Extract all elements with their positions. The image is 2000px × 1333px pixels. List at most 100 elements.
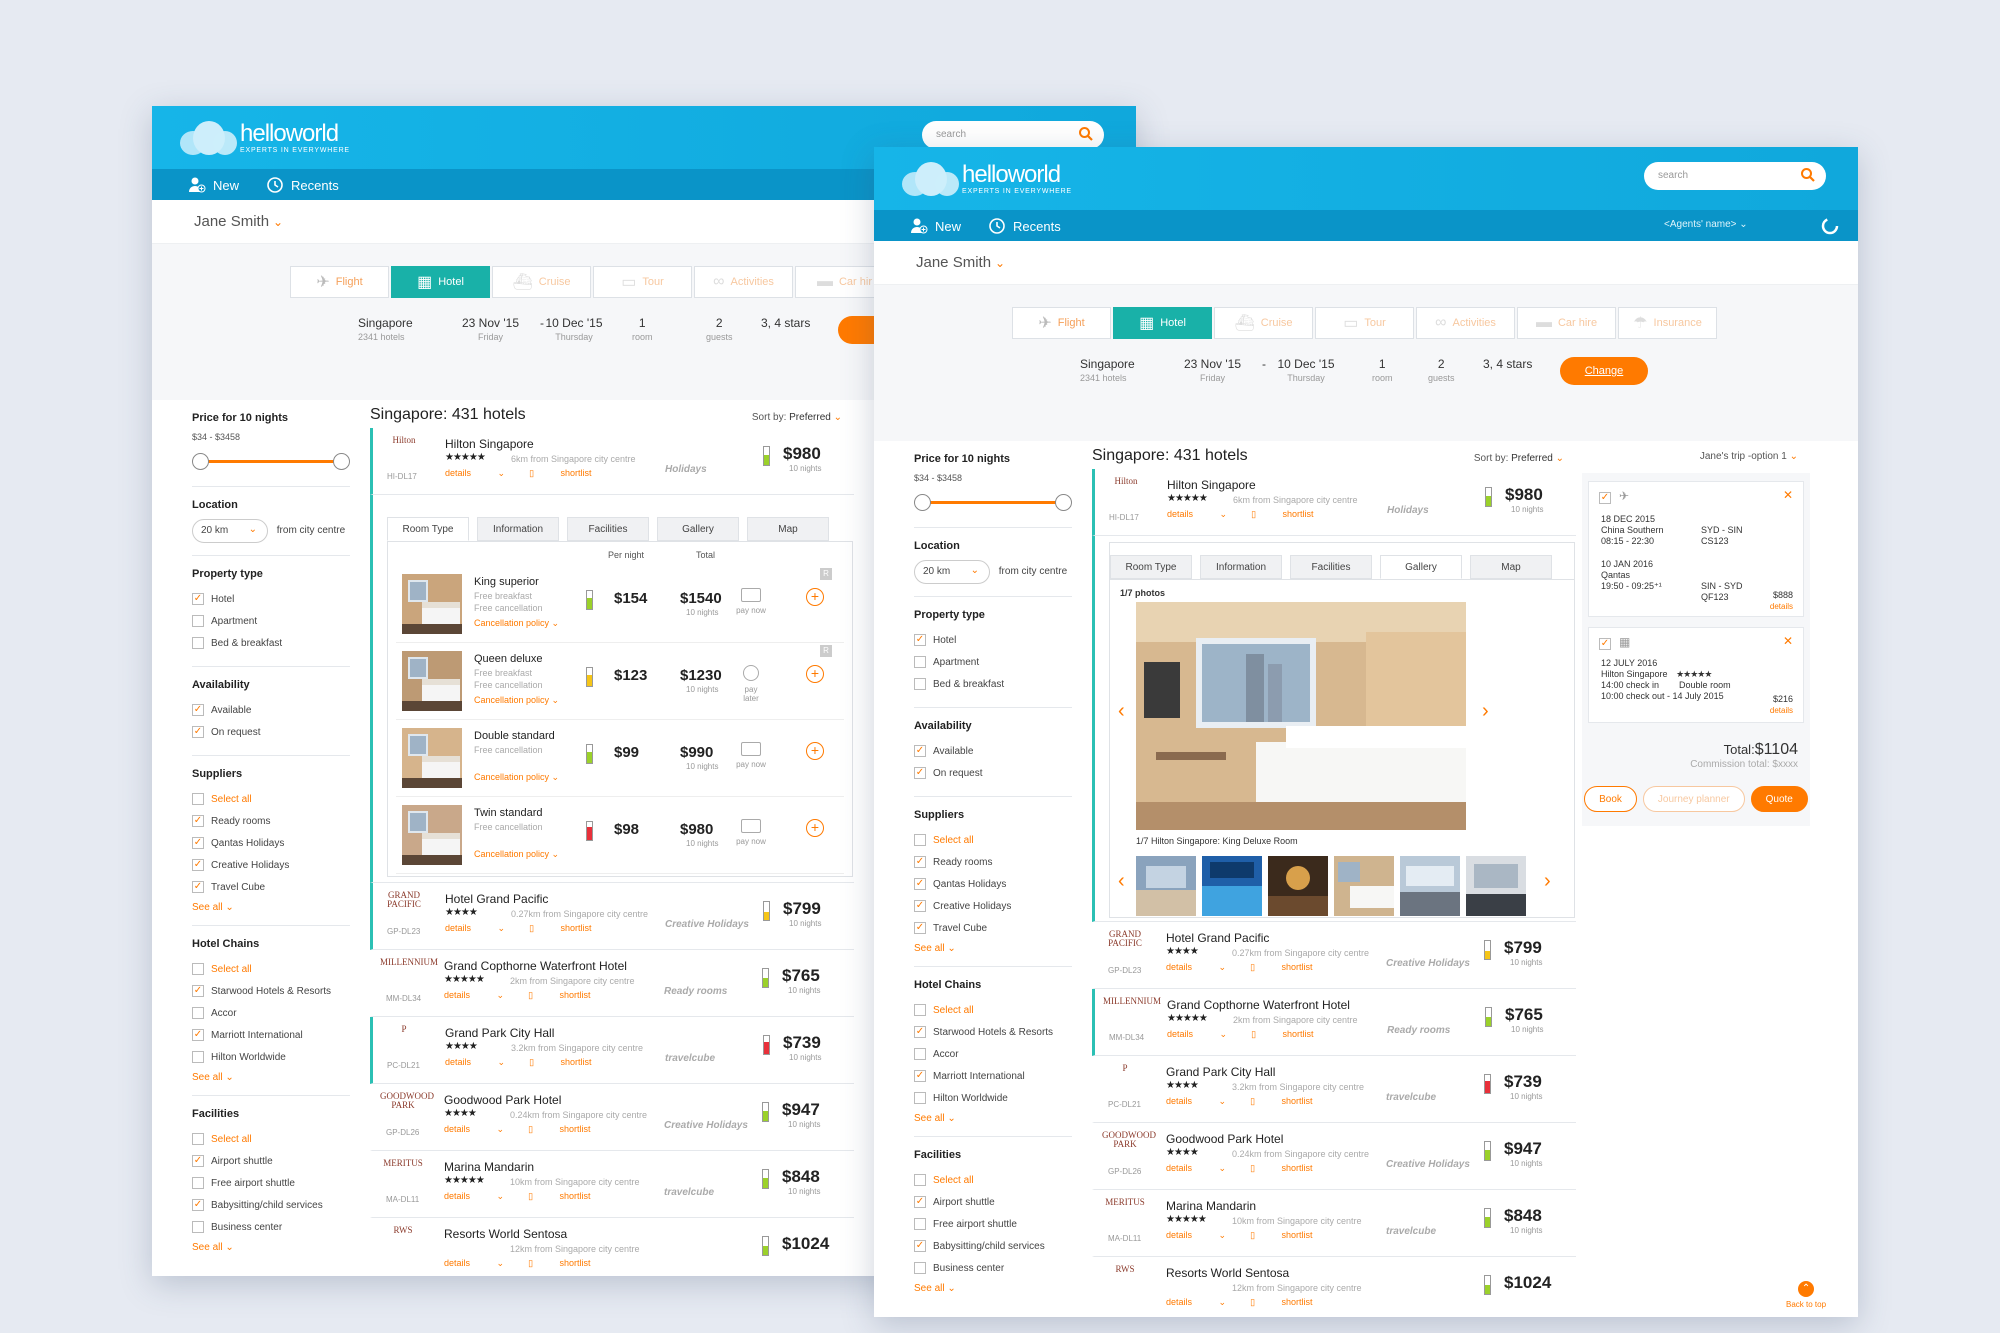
filter-option[interactable]: ✓ Travel Cube bbox=[914, 917, 1072, 939]
checkbox-checked[interactable]: ✓ bbox=[914, 634, 926, 646]
shortlist-link[interactable]: ▯ shortlist bbox=[1250, 1230, 1336, 1240]
add-room-button[interactable]: + bbox=[806, 819, 824, 837]
checkbox-checked[interactable]: ✓ bbox=[192, 1199, 204, 1211]
shortlist-link[interactable]: ▯ shortlist bbox=[1250, 1163, 1336, 1173]
filter-option[interactable]: ✓ Marriott International bbox=[914, 1065, 1072, 1087]
filter-option[interactable]: Apartment bbox=[192, 610, 350, 632]
hotel-name[interactable]: Grand Park City Hall bbox=[1166, 1065, 1275, 1079]
tab-activities[interactable]: ∞ Activities bbox=[694, 266, 793, 298]
checkbox-checked[interactable]: ✓ bbox=[192, 1029, 204, 1041]
checkbox-unchecked[interactable] bbox=[192, 1133, 204, 1145]
checkbox-unchecked[interactable] bbox=[914, 1092, 926, 1104]
flight-details-link[interactable]: details bbox=[1770, 602, 1793, 611]
checkbox-unchecked[interactable] bbox=[914, 1218, 926, 1230]
recents-button[interactable]: Recents bbox=[266, 176, 339, 194]
checkbox-checked[interactable]: ✓ bbox=[914, 878, 926, 890]
checkbox-checked[interactable]: ✓ bbox=[914, 922, 926, 934]
checkbox-checked[interactable]: ✓ bbox=[914, 1196, 926, 1208]
checkbox-checked[interactable]: ✓ bbox=[914, 900, 926, 912]
checkbox-unchecked[interactable] bbox=[192, 1051, 204, 1063]
tab-cruise[interactable]: ⛴ Cruise bbox=[1214, 307, 1313, 339]
filter-option[interactable]: Select all bbox=[914, 999, 1072, 1021]
checkbox-unchecked[interactable] bbox=[914, 1048, 926, 1060]
filter-option[interactable]: Business center bbox=[914, 1257, 1072, 1279]
details-link[interactable]: details ⌄ bbox=[1166, 962, 1226, 972]
detail-tab-information[interactable]: Information bbox=[477, 517, 559, 541]
filter-option[interactable]: ✓ On request bbox=[192, 721, 350, 743]
detail-tab-gallery[interactable]: Gallery bbox=[1380, 555, 1462, 579]
shortlist-link[interactable]: ▯ shortlist bbox=[1251, 509, 1337, 519]
hotel-name[interactable]: Resorts World Sentosa bbox=[444, 1227, 567, 1241]
filter-option[interactable]: ✓ Qantas Holidays bbox=[914, 873, 1072, 895]
filter-option[interactable]: ✓ Available bbox=[914, 740, 1072, 762]
hotel-name[interactable]: Goodwood Park Hotel bbox=[444, 1093, 561, 1107]
details-link[interactable]: details ⌄ bbox=[1166, 1230, 1226, 1240]
distance-select[interactable]: 20 km ⌄ bbox=[192, 519, 268, 543]
remove-flight-icon[interactable]: ✕ bbox=[1783, 488, 1793, 502]
details-link[interactable]: details ⌄ bbox=[1166, 1096, 1226, 1106]
filter-option[interactable]: ✓ Marriott International bbox=[192, 1024, 350, 1046]
cancellation-policy-link[interactable]: Cancellation policy ⌄ bbox=[474, 695, 559, 706]
search-input[interactable]: search bbox=[1644, 162, 1826, 190]
tab-flight[interactable]: ✈ Flight bbox=[290, 266, 389, 298]
tab-car-hire[interactable]: ▬ Car hire bbox=[1517, 307, 1616, 339]
change-button[interactable]: Change bbox=[1560, 357, 1648, 385]
gallery-thumbnail[interactable] bbox=[1268, 856, 1328, 916]
new-button[interactable]: New bbox=[910, 217, 961, 235]
price-slider[interactable] bbox=[192, 450, 350, 474]
filter-option[interactable]: ✓ Available bbox=[192, 699, 350, 721]
checkbox-checked[interactable]: ✓ bbox=[914, 856, 926, 868]
remove-hotel-icon[interactable]: ✕ bbox=[1783, 634, 1793, 648]
shortlist-link[interactable]: ▯ shortlist bbox=[528, 1258, 614, 1268]
filter-option[interactable]: ✓ Airport shuttle bbox=[914, 1191, 1072, 1213]
filter-option[interactable]: ✓ Ready rooms bbox=[192, 810, 350, 832]
checkbox-checked[interactable]: ✓ bbox=[192, 985, 204, 997]
details-link[interactable]: details ⌄ bbox=[445, 923, 505, 933]
slider-max-handle[interactable] bbox=[1055, 494, 1072, 511]
filter-option[interactable]: ✓ Babysitting/child services bbox=[914, 1235, 1072, 1257]
checkbox-unchecked[interactable] bbox=[914, 656, 926, 668]
filter-option[interactable]: Hilton Worldwide bbox=[914, 1087, 1072, 1109]
tab-activities[interactable]: ∞ Activities bbox=[1416, 307, 1515, 339]
flight-checkbox[interactable]: ✓ bbox=[1599, 492, 1611, 504]
details-link[interactable]: details ⌄ bbox=[444, 1258, 504, 1268]
shortlist-link[interactable]: ▯ shortlist bbox=[529, 923, 615, 933]
filter-option[interactable]: Accor bbox=[914, 1043, 1072, 1065]
checkbox-unchecked[interactable] bbox=[192, 793, 204, 805]
checkbox-checked[interactable]: ✓ bbox=[192, 815, 204, 827]
helloworld-logo[interactable]: helloworld EXPERTS IN EVERYWHERE bbox=[902, 160, 1072, 198]
shortlist-link[interactable]: ▯ shortlist bbox=[1250, 1297, 1336, 1307]
checkbox-checked[interactable]: ✓ bbox=[192, 859, 204, 871]
hotel-result-row[interactable]: MERITUS MA-DL11 Marina Mandarin ★★★★★ 10… bbox=[370, 1151, 854, 1218]
add-room-button[interactable]: + bbox=[806, 588, 824, 606]
hotel-name[interactable]: Grand Copthorne Waterfront Hotel bbox=[444, 959, 627, 973]
checkbox-unchecked[interactable] bbox=[914, 678, 926, 690]
hotel-result-row[interactable]: P PC-DL21 Grand Park City Hall ★★★★ 3.2k… bbox=[1092, 1056, 1576, 1123]
cancellation-policy-link[interactable]: Cancellation policy ⌄ bbox=[474, 772, 559, 783]
shortlist-link[interactable]: ▯ shortlist bbox=[1250, 962, 1336, 972]
checkbox-checked[interactable]: ✓ bbox=[192, 837, 204, 849]
checkbox-unchecked[interactable] bbox=[192, 615, 204, 627]
hotel-name[interactable]: Hotel Grand Pacific bbox=[1166, 931, 1269, 945]
shortlist-link[interactable]: ▯ shortlist bbox=[1250, 1096, 1336, 1106]
checkbox-checked[interactable]: ✓ bbox=[914, 745, 926, 757]
search-icon[interactable] bbox=[1800, 167, 1816, 183]
tab-hotel[interactable]: ▦ Hotel bbox=[391, 266, 490, 298]
book-button[interactable]: Book bbox=[1584, 786, 1637, 812]
tab-flight[interactable]: ✈ Flight bbox=[1012, 307, 1111, 339]
filter-option[interactable]: Business center bbox=[192, 1216, 350, 1238]
detail-tab-gallery[interactable]: Gallery bbox=[657, 517, 739, 541]
user-selector[interactable]: Jane Smith ⌄ bbox=[874, 241, 1858, 285]
tab-tour[interactable]: ▭ Tour bbox=[1315, 307, 1414, 339]
filter-option[interactable]: ✓ Ready rooms bbox=[914, 851, 1072, 873]
add-room-button[interactable]: + bbox=[806, 742, 824, 760]
filter-option[interactable]: Bed & breakfast bbox=[914, 673, 1072, 695]
gallery-thumbnail[interactable] bbox=[1202, 856, 1262, 916]
hotel-name[interactable]: Hilton Singapore bbox=[1167, 478, 1256, 492]
details-link[interactable]: details ⌄ bbox=[1166, 1297, 1226, 1307]
hotel-name[interactable]: Marina Mandarin bbox=[444, 1160, 534, 1174]
hotel-checkbox[interactable]: ✓ bbox=[1599, 638, 1611, 650]
quote-button[interactable]: Quote bbox=[1750, 786, 1808, 812]
checkbox-unchecked[interactable] bbox=[192, 1007, 204, 1019]
checkbox-checked[interactable]: ✓ bbox=[192, 726, 204, 738]
